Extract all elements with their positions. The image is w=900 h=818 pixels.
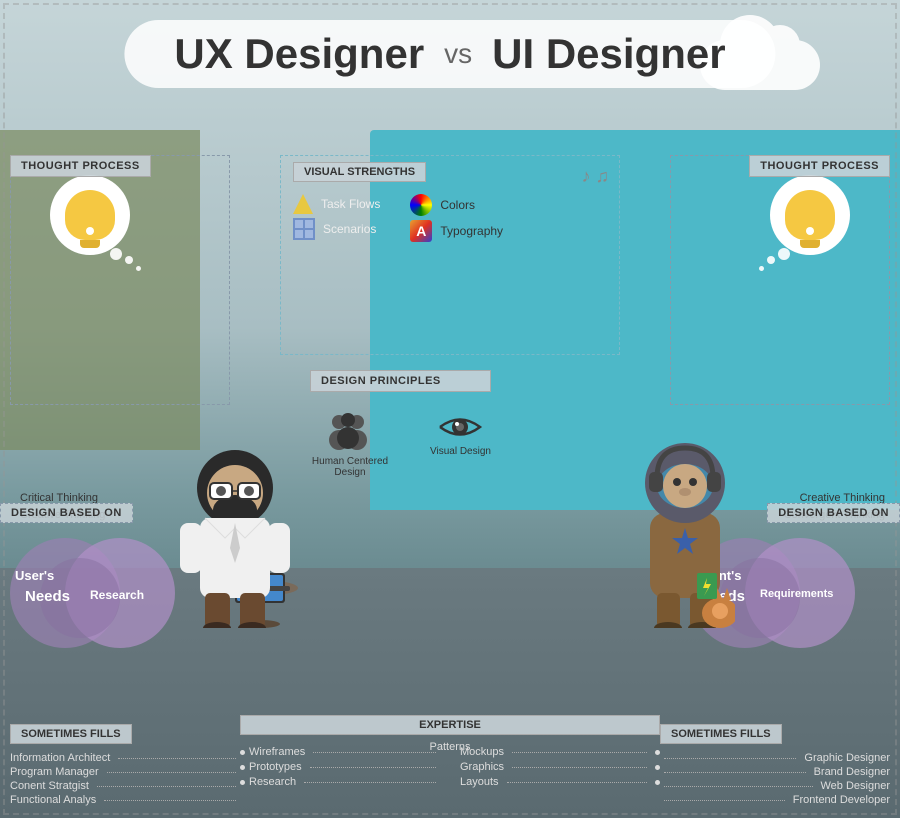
human-centered-design: Human Centered Design [310, 412, 390, 478]
exp-research: Research [240, 776, 440, 788]
expertise-label: EXPERTISE [240, 715, 660, 735]
ui-char-svg [635, 428, 735, 628]
colors-icon [410, 194, 432, 216]
thought-process-label-right: THOUGHT PROCESS [749, 155, 890, 177]
visual-strengths-box: VISUAL STRENGTHS Task Flows Scenarios Co… [280, 155, 620, 355]
sometimes-item-3: Functional Analys [10, 794, 240, 806]
design-principles-label: DESIGN PRINCIPLES [310, 370, 491, 392]
sometimes-fills-label-left: SOMETIMES FILLS [10, 724, 132, 744]
bulb-inner-right [785, 190, 835, 240]
exp-dot-6 [655, 780, 660, 785]
exp-graphics: Graphics [460, 761, 660, 773]
visual-strengths-content: Task Flows Scenarios Colors A Typography [293, 190, 607, 246]
design-principles-icons: Human Centered Design Visual Design [310, 412, 491, 478]
sometimes-fills-label-right: SOMETIMES FILLS [660, 724, 782, 744]
design-based-label-left: DESIGN BASED ON [0, 503, 133, 523]
exp-dot-5 [655, 765, 660, 770]
venn-text-requirements: Requirements [760, 588, 833, 600]
sometimes-items-right: Graphic Designer Brand Designer Web Desi… [660, 752, 890, 806]
venn-text-needs: Needs [25, 588, 70, 605]
visual-design-label: Visual Design [430, 446, 491, 457]
sometimes-item-r2: Web Designer [660, 780, 890, 792]
human-centered-label: Human Centered Design [310, 456, 390, 478]
design-based-right: DESIGN BASED ON [767, 503, 900, 523]
people-icon [325, 412, 375, 452]
exp-layouts: Layouts [460, 776, 660, 788]
venn-text-research: Research [90, 588, 144, 602]
vs-item-colors: Colors [410, 194, 503, 216]
ui-character [635, 428, 735, 633]
patterns-label: Patterns [240, 741, 660, 753]
design-based-left: DESIGN BASED ON [0, 503, 133, 523]
exp-prototypes: Prototypes [240, 761, 440, 773]
visual-strengths-label: VISUAL STRENGTHS [293, 162, 426, 182]
vs-item-typography: A Typography [410, 220, 503, 242]
exp-dot-3 [240, 780, 245, 785]
expertise-section: EXPERTISE Wireframes Prototypes Research… [240, 715, 660, 808]
bulb-dot-right [806, 227, 814, 235]
venn-text-users: User's [15, 568, 54, 583]
ux-char-svg [180, 428, 290, 628]
title-ux: UX Designer [174, 30, 424, 78]
music-notes: ♪ ♫ [581, 166, 609, 187]
exp-dot-2 [240, 765, 245, 770]
thought-process-label-left: THOUGHT PROCESS [10, 155, 151, 177]
ux-character [180, 428, 290, 633]
sometimes-item-0: Information Architect [10, 752, 240, 764]
sometimes-fills-right: SOMETIMES FILLS Graphic Designer Brand D… [660, 724, 890, 808]
sometimes-item-1: Program Manager [10, 766, 240, 778]
design-principles-container: DESIGN PRINCIPLES Human Centered Design [310, 370, 491, 478]
sometimes-item-r1: Brand Designer [660, 766, 890, 778]
sometimes-item-2: Conent Stratgist [10, 780, 240, 792]
vs-right-col: Colors A Typography [410, 190, 503, 246]
sometimes-items-left: Information Architect Program Manager Co… [10, 752, 240, 806]
sometimes-item-r0: Graphic Designer [660, 752, 890, 764]
bulb-dot-left [86, 227, 94, 235]
sometimes-item-r3: Frontend Developer [660, 794, 890, 806]
title-vs: vs [444, 38, 472, 70]
vs-item-scenarios: Scenarios [293, 218, 380, 240]
vs-left-col: Task Flows Scenarios [293, 190, 380, 246]
bulb-inner-left [65, 190, 115, 240]
design-based-label-right: DESIGN BASED ON [767, 503, 900, 523]
eye-icon [435, 412, 485, 442]
bulb-circle-right [770, 175, 850, 255]
sometimes-fills-left: SOMETIMES FILLS Information Architect Pr… [10, 724, 240, 808]
title-bar: UX Designer vs UI Designer [124, 20, 775, 88]
grid-icon [293, 218, 315, 240]
typography-icon: A [410, 220, 432, 242]
triangle-icon [293, 194, 313, 214]
vs-item-taskflows: Task Flows [293, 194, 380, 214]
title-ui: UI Designer [492, 30, 725, 78]
visual-design: Visual Design [430, 412, 491, 457]
bulb-circle-left [50, 175, 130, 255]
